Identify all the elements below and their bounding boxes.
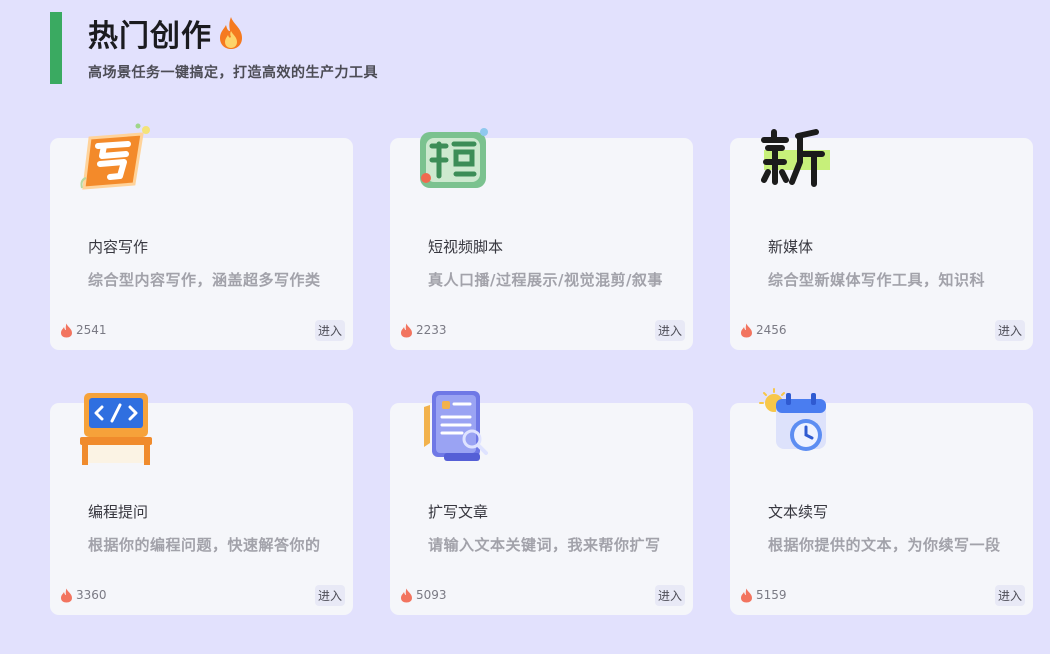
- code-monitor-icon: [80, 393, 152, 465]
- calendar-clock-icon: [759, 388, 826, 451]
- fire-icon: [741, 323, 752, 337]
- view-count-value: 5093: [416, 588, 447, 602]
- card-title: 编程提问: [88, 503, 149, 521]
- card-description: 根据你的编程问题，快速解答你的技术难题: [88, 536, 321, 554]
- view-count-value: 2541: [76, 323, 107, 337]
- fire-icon: [220, 17, 242, 49]
- card-coding-questions[interactable]: 编程提问 根据你的编程问题，快速解答你的技术难题 3360 进入: [50, 393, 353, 615]
- write-character-icon: [80, 123, 150, 190]
- card-title: 文本续写: [768, 503, 829, 521]
- view-count-value: 2233: [416, 323, 447, 337]
- card-title: 新媒体: [768, 238, 814, 256]
- fire-icon: [741, 588, 752, 602]
- card-description: 真人口播/过程展示/视觉混剪/叙事讲述，让你一键生成多组脚本: [428, 271, 663, 289]
- view-count-value: 3360: [76, 588, 107, 602]
- new-character-icon: [761, 129, 830, 187]
- view-count-value: 2456: [756, 323, 787, 337]
- enter-button[interactable]: 进入: [314, 584, 345, 606]
- enter-button[interactable]: 进入: [994, 319, 1025, 341]
- enter-button[interactable]: 进入: [994, 584, 1025, 606]
- view-count: 3360: [60, 588, 107, 603]
- view-count: 2233: [400, 323, 447, 338]
- page-title: 热门创作: [88, 19, 212, 54]
- card-content-writing[interactable]: 内容写作 综合型内容写作，涵盖超多写作类型 2541 进入: [50, 123, 353, 350]
- card-description: 综合型内容写作，涵盖超多写作类型: [88, 271, 321, 289]
- view-count: 5093: [400, 588, 447, 603]
- card-article-expansion[interactable]: 扩写文章 请输入文本关键词，我来帮你扩写 5093 进入: [390, 391, 693, 615]
- card-new-media[interactable]: 新媒体 综合型新媒体写作工具，知识科普、日常分享、情感话题 2456 进入: [730, 129, 1033, 350]
- fire-icon: [401, 588, 412, 602]
- fire-icon: [61, 323, 72, 337]
- view-count-value: 5159: [756, 588, 787, 602]
- fire-icon: [401, 323, 412, 337]
- enter-button[interactable]: 进入: [654, 319, 685, 341]
- card-title: 扩写文章: [428, 503, 489, 521]
- card-description: 根据你提供的文本，为你续写一段故事内容: [768, 536, 1001, 554]
- page-subtitle: 高场景任务一键搞定，打造高效的生产力工具: [88, 65, 378, 81]
- view-count: 2456: [740, 323, 787, 338]
- card-title: 短视频脚本: [428, 238, 504, 256]
- view-count: 2541: [60, 323, 107, 338]
- enter-button[interactable]: 进入: [654, 584, 685, 606]
- card-description: 请输入文本关键词，我来帮你扩写: [428, 536, 661, 554]
- card-text-continuation[interactable]: 文本续写 根据你提供的文本，为你续写一段故事内容 5159 进入: [730, 388, 1033, 615]
- section-header: 热门创作 高场景任务一键搞定，打造高效的生产力工具: [50, 12, 378, 84]
- card-short-video-script[interactable]: 短视频脚本 真人口播/过程展示/视觉混剪/叙事讲述，让你一键生成多组脚本 223…: [390, 128, 693, 350]
- view-count: 5159: [740, 588, 787, 603]
- card-title: 内容写作: [88, 238, 149, 256]
- short-character-icon: [420, 128, 488, 188]
- card-description: 综合型新媒体写作工具，知识科普、日常分享、情感话题: [768, 271, 986, 289]
- document-scroll-icon: [424, 391, 488, 461]
- enter-button[interactable]: 进入: [314, 319, 345, 341]
- fire-icon: [61, 588, 72, 602]
